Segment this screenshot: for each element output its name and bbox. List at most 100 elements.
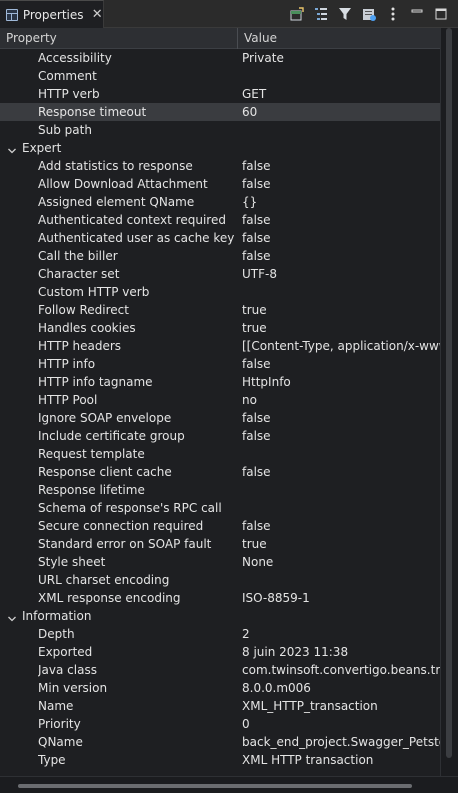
- property-row[interactable]: Call the biller false: [0, 247, 440, 265]
- property-name: Java class: [38, 663, 97, 677]
- property-name: XML response encoding: [38, 591, 181, 605]
- property-row[interactable]: Handles cookies true: [0, 319, 440, 337]
- close-icon[interactable]: ✕: [92, 7, 104, 22]
- property-row[interactable]: XML response encoding ISO-8859-1: [0, 589, 440, 607]
- property-row[interactable]: Add statistics to response false: [0, 157, 440, 175]
- property-value[interactable]: false: [242, 157, 440, 175]
- property-name: Priority: [38, 717, 81, 731]
- show-categories-icon[interactable]: [312, 5, 330, 23]
- horizontal-scrollbar[interactable]: [0, 776, 458, 793]
- property-row[interactable]: HTTP headers [[Content-Type, application/…: [0, 337, 440, 355]
- property-row[interactable]: Priority 0: [0, 715, 440, 733]
- property-row[interactable]: Name XML_HTTP_transaction: [0, 697, 440, 715]
- property-row[interactable]: HTTP Pool no: [0, 391, 440, 409]
- property-row[interactable]: Character set UTF-8: [0, 265, 440, 283]
- property-value[interactable]: false: [242, 409, 440, 427]
- property-value[interactable]: false: [242, 211, 440, 229]
- property-value[interactable]: ISO-8859-1: [242, 589, 440, 607]
- property-value[interactable]: no: [242, 391, 440, 409]
- property-row[interactable]: URL charset encoding: [0, 571, 440, 589]
- property-name: Custom HTTP verb: [38, 285, 150, 299]
- property-value[interactable]: false: [242, 463, 440, 481]
- property-value[interactable]: 2: [242, 625, 440, 643]
- property-row[interactable]: Java class com.twinsoft.convertigo.beans.…: [0, 661, 440, 679]
- property-row[interactable]: Min version 8.0.0.m006: [0, 679, 440, 697]
- property-value[interactable]: 0: [242, 715, 440, 733]
- chevron-down-icon[interactable]: [7, 611, 17, 622]
- property-value[interactable]: GET: [242, 85, 440, 103]
- property-value[interactable]: 8.0.0.m006: [242, 679, 440, 697]
- property-row[interactable]: Secure connection required false: [0, 517, 440, 535]
- pin-to-selection-icon[interactable]: [288, 5, 306, 23]
- property-row[interactable]: Ignore SOAP envelope false: [0, 409, 440, 427]
- property-value[interactable]: false: [242, 517, 440, 535]
- property-row[interactable]: Comment: [0, 67, 440, 85]
- vertical-scrollbar[interactable]: [440, 28, 458, 776]
- property-row[interactable]: Standard error on SOAP fault true: [0, 535, 440, 553]
- property-value[interactable]: {}: [242, 193, 440, 211]
- property-value[interactable]: HttpInfo: [242, 373, 440, 391]
- maximize-icon[interactable]: [432, 5, 450, 23]
- property-name: Schema of response's RPC call: [38, 501, 222, 515]
- property-value[interactable]: XML HTTP transaction: [242, 751, 440, 769]
- property-row[interactable]: Include certificate group false: [0, 427, 440, 445]
- property-row[interactable]: Follow Redirect true: [0, 301, 440, 319]
- table-header: Property Value: [0, 28, 440, 49]
- property-value[interactable]: back_end_project.Swagger_Petstore_: [242, 733, 440, 751]
- tab-properties[interactable]: Properties ✕: [0, 0, 104, 28]
- view-menu-icon[interactable]: [384, 5, 402, 23]
- property-row[interactable]: HTTP verb GET: [0, 85, 440, 103]
- property-row[interactable]: Custom HTTP verb: [0, 283, 440, 301]
- property-row[interactable]: Schema of response's RPC call: [0, 499, 440, 517]
- column-header-property[interactable]: Property: [0, 28, 238, 49]
- property-value[interactable]: true: [242, 535, 440, 553]
- filter-icon[interactable]: [336, 5, 354, 23]
- property-value[interactable]: false: [242, 355, 440, 373]
- property-row[interactable]: HTTP info false: [0, 355, 440, 373]
- category-row[interactable]: Expert: [0, 139, 440, 157]
- property-row[interactable]: QName back_end_project.Swagger_Petstore_: [0, 733, 440, 751]
- property-value[interactable]: UTF-8: [242, 265, 440, 283]
- property-value[interactable]: Private: [242, 49, 440, 67]
- property-value[interactable]: false: [242, 229, 440, 247]
- property-value[interactable]: true: [242, 301, 440, 319]
- property-row[interactable]: Assigned element QName {}: [0, 193, 440, 211]
- vertical-scroll-thumb[interactable]: [446, 28, 452, 758]
- property-row[interactable]: Exported 8 juin 2023 11:38: [0, 643, 440, 661]
- chevron-down-icon[interactable]: [7, 143, 17, 154]
- column-header-value[interactable]: Value: [238, 28, 440, 49]
- category-row[interactable]: Information: [0, 607, 440, 625]
- property-row[interactable]: Authenticated user as cache key false: [0, 229, 440, 247]
- property-name: Style sheet: [38, 555, 106, 569]
- property-row[interactable]: Accessibility Private: [0, 49, 440, 67]
- property-value[interactable]: [[Content-Type, application/x-www-f: [242, 337, 440, 355]
- property-name: Authenticated context required: [38, 213, 226, 227]
- property-value[interactable]: None: [242, 553, 440, 571]
- property-value[interactable]: false: [242, 247, 440, 265]
- property-row[interactable]: Response timeout 60: [0, 103, 440, 121]
- property-row[interactable]: HTTP info tagname HttpInfo: [0, 373, 440, 391]
- property-value[interactable]: XML_HTTP_transaction: [242, 697, 440, 715]
- property-value[interactable]: com.twinsoft.convertigo.beans.transa: [242, 661, 440, 679]
- property-value[interactable]: 60: [242, 103, 440, 121]
- property-row[interactable]: Sub path: [0, 121, 440, 139]
- property-row[interactable]: Allow Download Attachment false: [0, 175, 440, 193]
- properties-view-icon: [6, 8, 18, 21]
- category-label: Expert: [22, 141, 62, 155]
- property-row[interactable]: Request template: [0, 445, 440, 463]
- property-row[interactable]: Style sheet None: [0, 553, 440, 571]
- property-name: Min version: [38, 681, 108, 695]
- property-row[interactable]: Response client cache false: [0, 463, 440, 481]
- property-row[interactable]: Response lifetime: [0, 481, 440, 499]
- show-advanced-icon[interactable]: [360, 5, 378, 23]
- property-row[interactable]: Authenticated context required false: [0, 211, 440, 229]
- property-row[interactable]: Depth 2: [0, 625, 440, 643]
- property-value[interactable]: false: [242, 427, 440, 445]
- minimize-icon[interactable]: [408, 5, 426, 23]
- property-value[interactable]: false: [242, 175, 440, 193]
- horizontal-scroll-thumb[interactable]: [18, 784, 412, 788]
- view-tab-bar: Properties ✕: [0, 0, 458, 28]
- property-value[interactable]: 8 juin 2023 11:38: [242, 643, 440, 661]
- property-row[interactable]: Type XML HTTP transaction: [0, 751, 440, 769]
- property-value[interactable]: true: [242, 319, 440, 337]
